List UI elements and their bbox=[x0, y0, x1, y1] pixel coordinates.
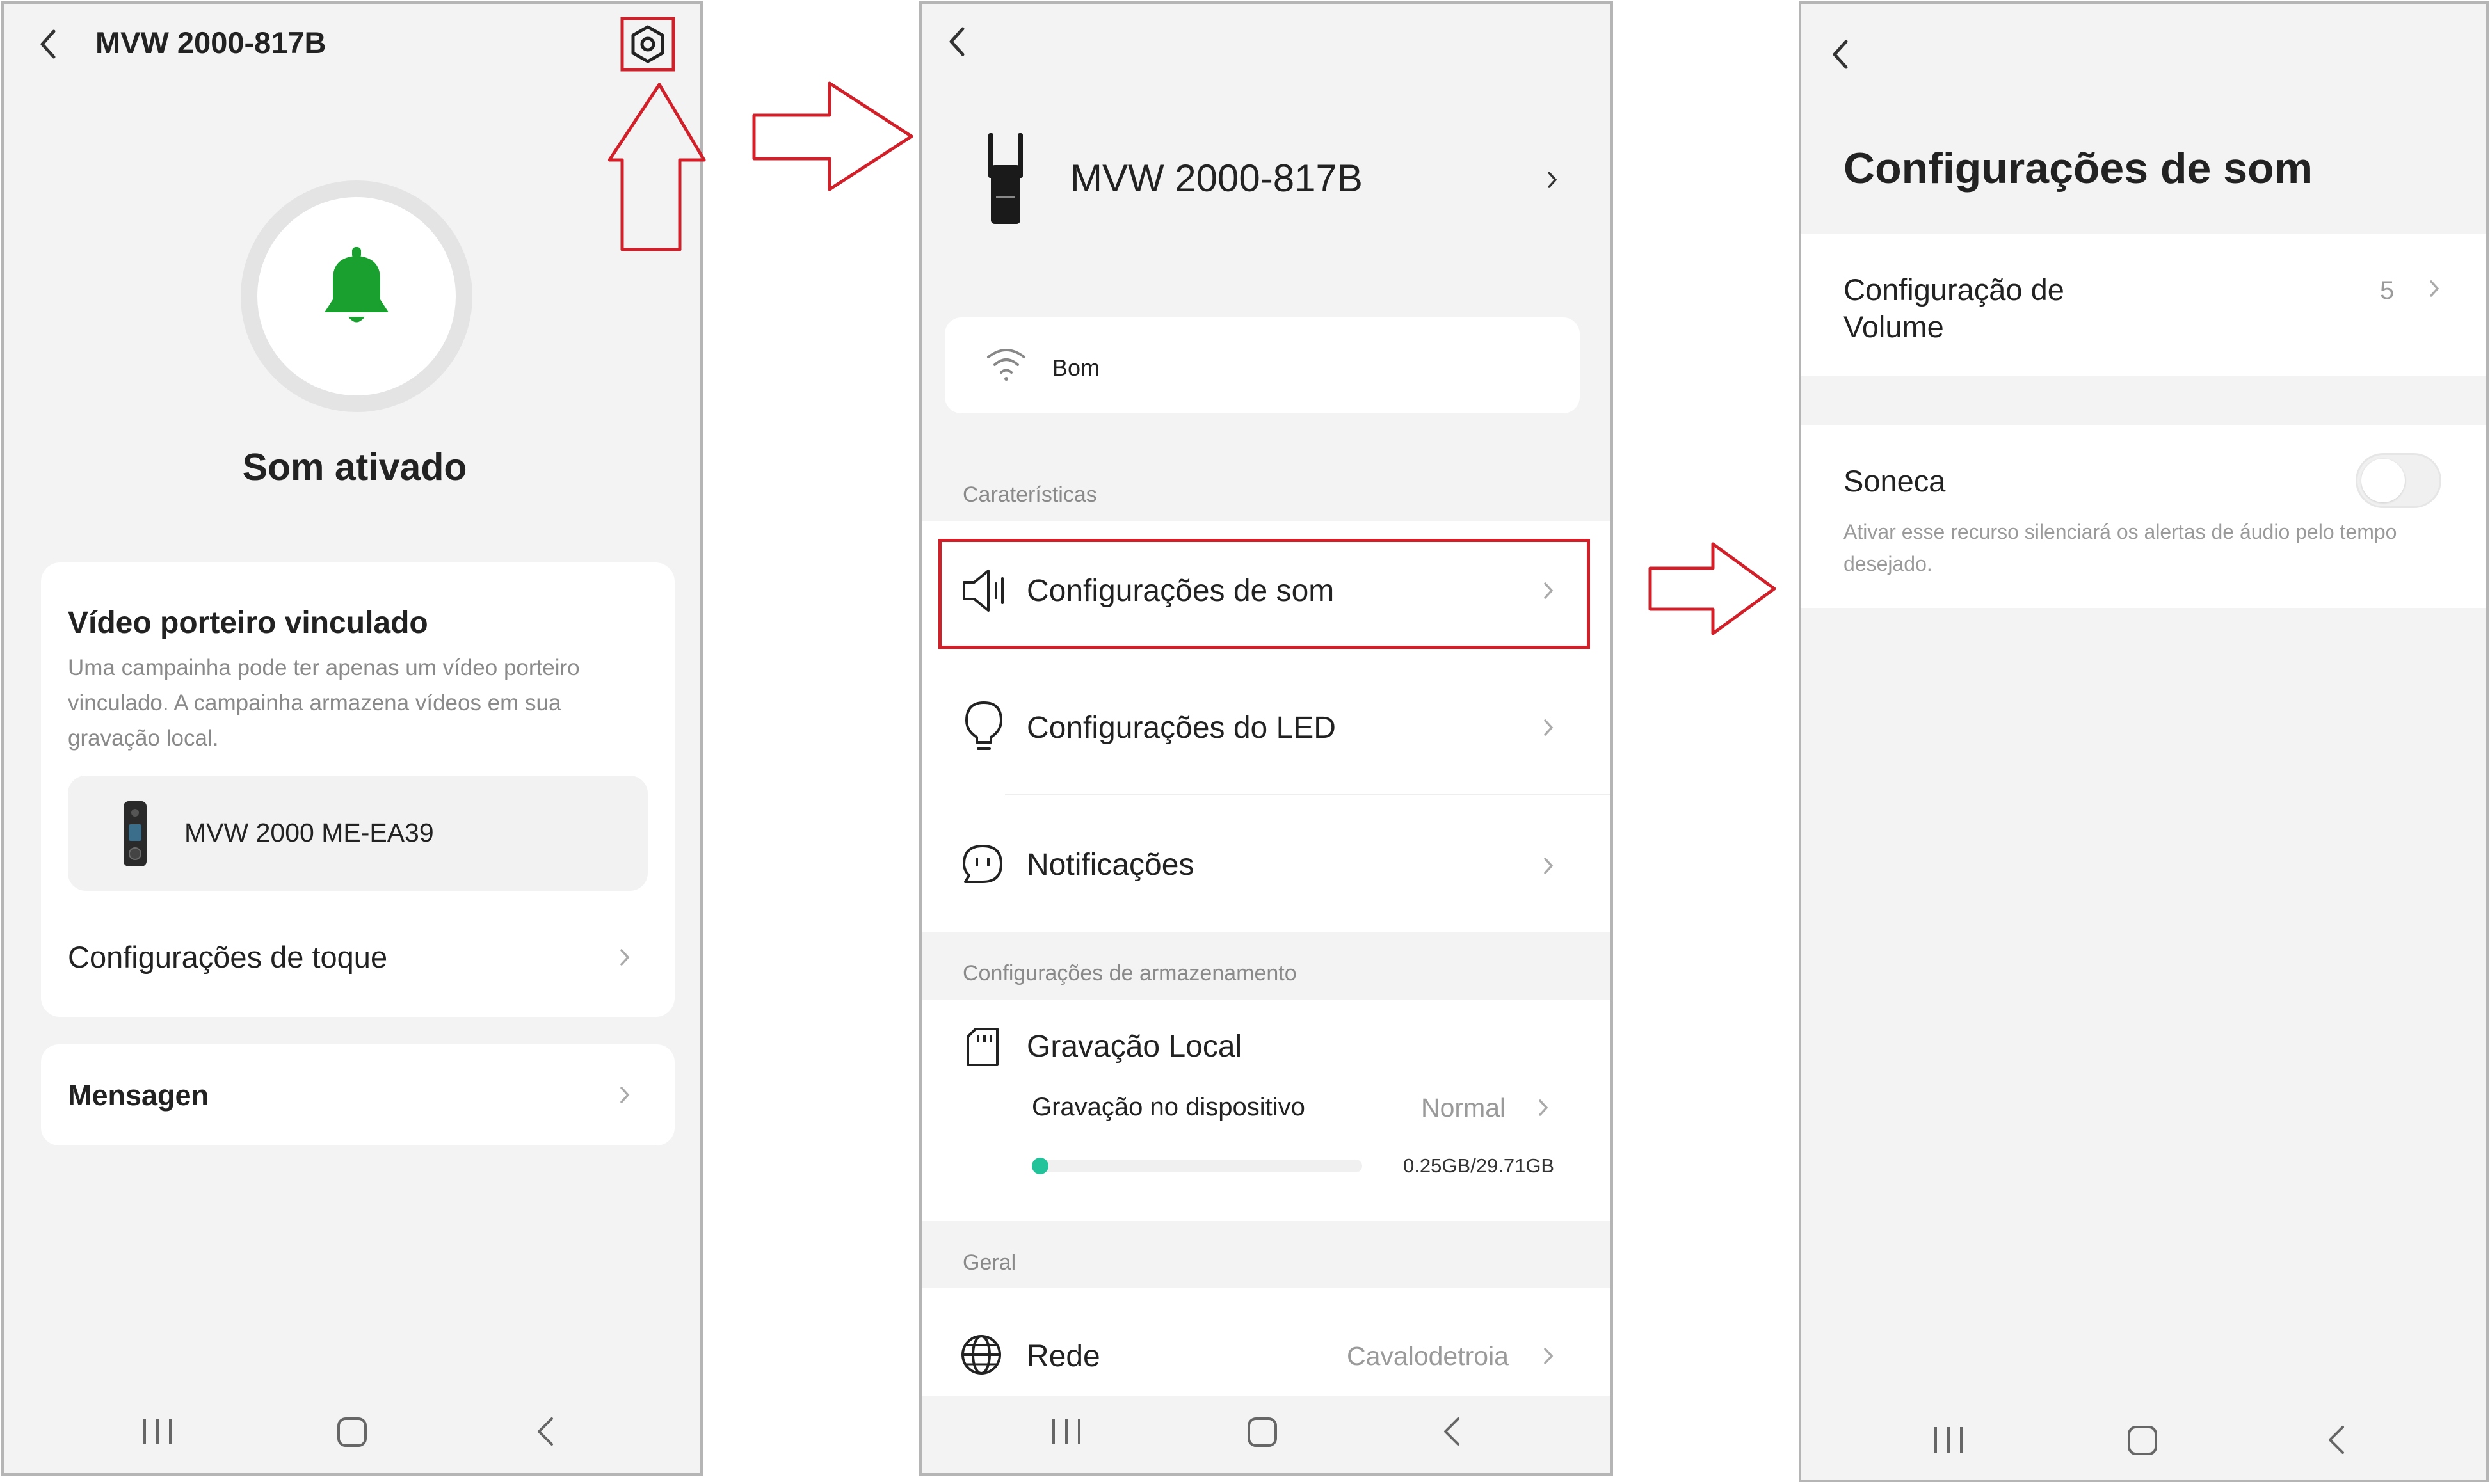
wifi-status-label: Bom bbox=[1052, 355, 1100, 381]
storage-usage-label: 0.25GB/29.71GB bbox=[1403, 1154, 1555, 1177]
chevron-right-icon bbox=[1544, 582, 1554, 599]
device-icon bbox=[988, 133, 1023, 224]
chevron-right-icon bbox=[1548, 172, 1557, 188]
back-icon[interactable] bbox=[36, 28, 61, 60]
network-value: Cavalodetroia bbox=[1347, 1341, 1509, 1371]
notifications-label: Notificações bbox=[1027, 848, 1194, 882]
chevron-right-icon bbox=[620, 949, 630, 966]
local-recording-label: Gravação Local bbox=[1027, 1030, 1242, 1064]
home-icon bbox=[337, 1417, 367, 1447]
sdcard-icon bbox=[967, 1028, 999, 1066]
right-arrow-annotation bbox=[1648, 542, 1776, 635]
divider bbox=[1005, 794, 1610, 795]
section-features: Caraterísticas bbox=[963, 483, 1097, 507]
recents-icon bbox=[1052, 1419, 1080, 1444]
globe-icon bbox=[961, 1335, 1001, 1375]
snooze-label: Soneca bbox=[1843, 464, 1946, 498]
snooze-description: Ativar esse recurso silenciará os alerta… bbox=[1843, 520, 2397, 575]
chevron-right-icon bbox=[1544, 858, 1554, 874]
volume-settings-label: Configuração de Volume bbox=[1843, 273, 2064, 344]
system-nav-bar bbox=[1052, 1417, 1459, 1447]
home-icon bbox=[2128, 1426, 2157, 1455]
screen-sound-settings: Configurações de som Configuração de Vol… bbox=[1799, 1, 2489, 1482]
ring-settings-label: Configurações de toque bbox=[68, 940, 388, 974]
chevron-right-icon bbox=[2430, 280, 2439, 297]
nav-back-icon bbox=[1444, 1417, 1459, 1446]
chevron-right-icon bbox=[1544, 719, 1554, 736]
recents-icon bbox=[1934, 1427, 1963, 1453]
chevron-right-icon bbox=[620, 1087, 630, 1103]
wifi-icon bbox=[987, 349, 1025, 381]
bulb-icon bbox=[965, 701, 1002, 750]
toggle-knob bbox=[2361, 459, 2405, 502]
page-title: MVW 2000-817B bbox=[95, 26, 326, 60]
system-nav-bar bbox=[143, 1417, 553, 1447]
recents-icon bbox=[143, 1419, 172, 1444]
storage-progress-fill bbox=[1032, 1158, 1048, 1174]
screen-device-settings: MVW 2000-817B Bom Caraterísticas Configu… bbox=[919, 1, 1613, 1476]
linked-description: Uma campainha pode ter apenas um vídeo p… bbox=[68, 655, 580, 751]
network-row[interactable] bbox=[922, 1288, 1610, 1396]
right-arrow-annotation bbox=[752, 81, 913, 191]
wifi-status-card bbox=[945, 317, 1580, 413]
chevron-right-icon bbox=[1544, 1348, 1554, 1364]
device-recording-value: Normal bbox=[1421, 1093, 1506, 1122]
notifications-row[interactable] bbox=[922, 797, 1610, 925]
device-recording-label: Gravação no dispositivo bbox=[1032, 1093, 1305, 1121]
section-general: Geral bbox=[963, 1250, 1016, 1275]
up-arrow-annotation bbox=[608, 83, 706, 251]
back-icon[interactable] bbox=[1828, 38, 1854, 70]
messages-label: Mensagen bbox=[68, 1079, 209, 1112]
linked-device-name: MVW 2000 ME-EA39 bbox=[184, 818, 434, 847]
bell-status-ring[interactable] bbox=[237, 177, 476, 416]
doorbell-device-icon bbox=[124, 801, 147, 866]
section-storage: Configurações de armazenamento bbox=[963, 961, 1297, 985]
screen-device-home: MVW 2000-817B Som ativado Vídeo porteiro… bbox=[1, 1, 703, 1476]
system-nav-bar bbox=[1934, 1426, 2344, 1455]
nav-back-icon bbox=[2329, 1426, 2344, 1454]
storage-progress-track bbox=[1032, 1158, 1362, 1174]
snooze-toggle[interactable] bbox=[2356, 453, 2441, 508]
sound-settings-label: Configurações de som bbox=[1027, 574, 1335, 608]
back-icon[interactable] bbox=[945, 26, 970, 58]
volume-value: 5 bbox=[2380, 276, 2395, 305]
settings-gear-icon[interactable] bbox=[620, 17, 675, 72]
network-label: Rede bbox=[1027, 1339, 1100, 1373]
chevron-right-icon bbox=[1539, 1099, 1548, 1116]
linked-heading: Vídeo porteiro vinculado bbox=[68, 606, 428, 640]
page-title: Configurações de som bbox=[1843, 144, 2313, 193]
led-settings-label: Configurações do LED bbox=[1027, 711, 1336, 745]
nav-back-icon bbox=[538, 1417, 553, 1446]
sound-status-label: Som ativado bbox=[242, 446, 467, 488]
device-name: MVW 2000-817B bbox=[1070, 157, 1363, 200]
speaker-icon bbox=[963, 570, 1004, 612]
chat-icon bbox=[963, 845, 1002, 883]
home-icon bbox=[1248, 1417, 1277, 1447]
